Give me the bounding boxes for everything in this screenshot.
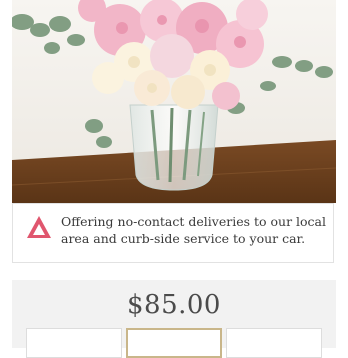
notice-text: Offering no-contact deliveries to our lo… [61, 214, 327, 246]
delivery-notice: Offering no-contact deliveries to our lo… [12, 203, 334, 263]
size-option-2-selected[interactable] [126, 328, 222, 358]
size-option-1[interactable] [26, 328, 122, 358]
size-option-3[interactable] [226, 328, 322, 358]
product-image [12, 0, 336, 203]
product-price: $85.00 [127, 290, 221, 320]
price-panel: $85.00 [12, 280, 336, 358]
warning-triangle-icon [26, 214, 52, 240]
flower-bouquet-image [12, 0, 336, 203]
